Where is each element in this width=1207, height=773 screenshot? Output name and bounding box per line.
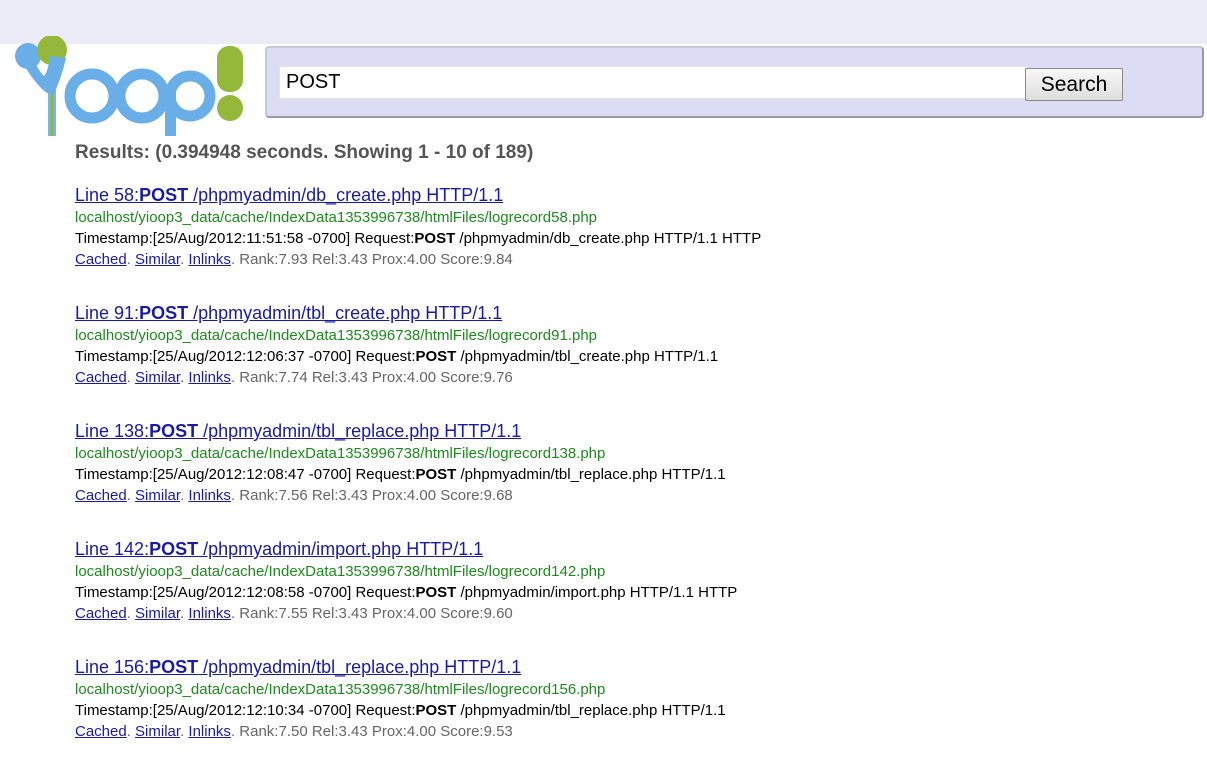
result-item: Line 58:POST /phpmyadmin/db_create.php H… bbox=[75, 183, 1175, 301]
result-stats: Rank:7.56 Rel:3.43 Prox:4.00 Score:9.68 bbox=[235, 487, 513, 504]
similar-link[interactable]: Similar bbox=[135, 605, 180, 622]
result-meta: Cached. Similar. Inlinks. Rank:7.74 Rel:… bbox=[75, 369, 513, 386]
result-item: Line 156:POST /phpmyadmin/tbl_replace.ph… bbox=[75, 655, 1175, 773]
result-snippet: Timestamp:[25/Aug/2012:12:10:34 -0700] R… bbox=[75, 702, 726, 719]
result-title-link[interactable]: Line 58:POST /phpmyadmin/db_create.php H… bbox=[75, 183, 1175, 207]
result-title-link[interactable]: Line 156:POST /phpmyadmin/tbl_replace.ph… bbox=[75, 655, 1175, 679]
cached-link[interactable]: Cached bbox=[75, 723, 127, 740]
results-list: Line 58:POST /phpmyadmin/db_create.php H… bbox=[75, 183, 1175, 773]
result-stats: Rank:7.74 Rel:3.43 Prox:4.00 Score:9.76 bbox=[235, 369, 513, 386]
result-stats: Rank:7.50 Rel:3.43 Prox:4.00 Score:9.53 bbox=[235, 723, 513, 740]
result-snippet: Timestamp:[25/Aug/2012:12:08:47 -0700] R… bbox=[75, 466, 726, 483]
cached-link[interactable]: Cached bbox=[75, 251, 127, 268]
result-meta: Cached. Similar. Inlinks. Rank:7.50 Rel:… bbox=[75, 723, 513, 740]
result-stats: Rank:7.55 Rel:3.43 Prox:4.00 Score:9.60 bbox=[235, 605, 513, 622]
cached-link[interactable]: Cached bbox=[75, 605, 127, 622]
result-meta: Cached. Similar. Inlinks. Rank:7.55 Rel:… bbox=[75, 605, 513, 622]
search-panel: Search bbox=[265, 46, 1204, 118]
similar-link[interactable]: Similar bbox=[135, 487, 180, 504]
result-url: localhost/yioop3_data/cache/IndexData135… bbox=[75, 681, 606, 698]
result-title-link[interactable]: Line 91:POST /phpmyadmin/tbl_create.php … bbox=[75, 301, 1175, 325]
search-input[interactable] bbox=[279, 66, 1028, 99]
result-item: Line 138:POST /phpmyadmin/tbl_replace.ph… bbox=[75, 419, 1175, 537]
cached-link[interactable]: Cached bbox=[75, 487, 127, 504]
similar-link[interactable]: Similar bbox=[135, 723, 180, 740]
inlinks-link[interactable]: Inlinks bbox=[188, 605, 231, 622]
result-item: Line 91:POST /phpmyadmin/tbl_create.php … bbox=[75, 301, 1175, 419]
result-stats: Rank:7.93 Rel:3.43 Prox:4.00 Score:9.84 bbox=[235, 251, 513, 268]
result-item: Line 142:POST /phpmyadmin/import.php HTT… bbox=[75, 537, 1175, 655]
inlinks-link[interactable]: Inlinks bbox=[188, 251, 231, 268]
result-url: localhost/yioop3_data/cache/IndexData135… bbox=[75, 327, 598, 344]
result-meta: Cached. Similar. Inlinks. Rank:7.56 Rel:… bbox=[75, 487, 513, 504]
result-url: localhost/yioop3_data/cache/IndexData135… bbox=[75, 209, 598, 226]
result-snippet: Timestamp:[25/Aug/2012:12:06:37 -0700] R… bbox=[75, 348, 719, 365]
result-snippet: Timestamp:[25/Aug/2012:11:51:58 -0700] R… bbox=[75, 230, 762, 247]
inlinks-link[interactable]: Inlinks bbox=[188, 369, 231, 386]
result-meta: Cached. Similar. Inlinks. Rank:7.93 Rel:… bbox=[75, 251, 513, 268]
cached-link[interactable]: Cached bbox=[75, 369, 127, 386]
similar-link[interactable]: Similar bbox=[135, 251, 180, 268]
inlinks-link[interactable]: Inlinks bbox=[188, 487, 231, 504]
result-url: localhost/yioop3_data/cache/IndexData135… bbox=[75, 563, 606, 580]
result-url: localhost/yioop3_data/cache/IndexData135… bbox=[75, 445, 606, 462]
result-title-link[interactable]: Line 138:POST /phpmyadmin/tbl_replace.ph… bbox=[75, 419, 1175, 443]
yioop-logo[interactable] bbox=[14, 36, 254, 140]
search-button[interactable]: Search bbox=[1025, 68, 1123, 101]
result-snippet: Timestamp:[25/Aug/2012:12:08:58 -0700] R… bbox=[75, 584, 738, 601]
results-summary: Results: (0.394948 seconds. Showing 1 - … bbox=[75, 142, 534, 163]
result-title-link[interactable]: Line 142:POST /phpmyadmin/import.php HTT… bbox=[75, 537, 1175, 561]
similar-link[interactable]: Similar bbox=[135, 369, 180, 386]
inlinks-link[interactable]: Inlinks bbox=[188, 723, 231, 740]
